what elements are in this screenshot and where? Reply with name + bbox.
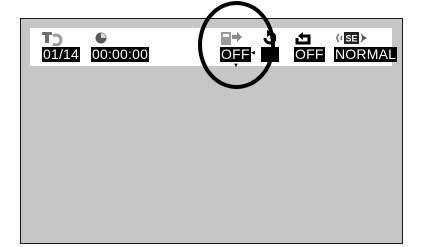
time-value: 00:00:00 [91,46,150,62]
title-chapter-value: 01/14 [42,46,81,62]
title-chapter-icon [42,32,63,46]
sound-effect-value: NORMAL [334,46,398,62]
repeat-all-icon [295,32,311,45]
sound-effect-icon: SE [336,32,367,44]
repeat-all-value: OFF [294,46,325,62]
clock-icon [95,32,107,44]
sound-effect-icon-label: SE [345,34,357,44]
highlight-circle [198,1,275,89]
